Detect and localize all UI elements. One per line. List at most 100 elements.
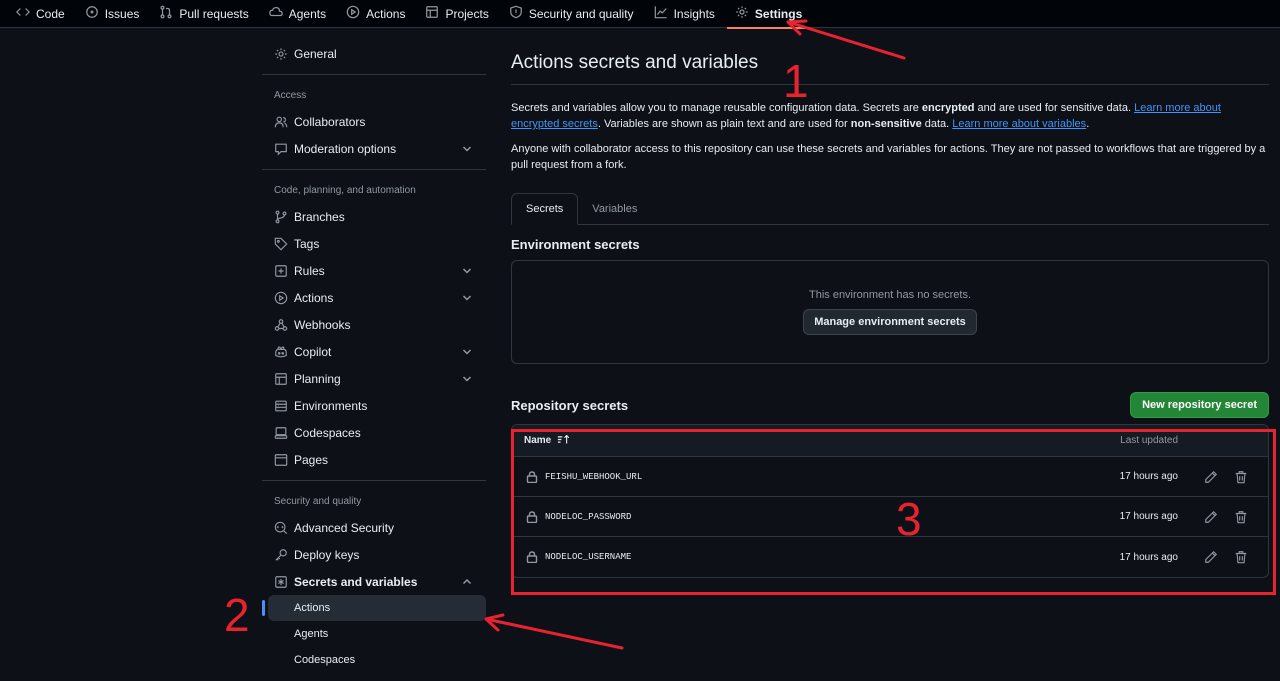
desc-text: data.: [921, 118, 953, 130]
codescan-icon: [274, 521, 288, 535]
desc-text: . Variables are shown as plain text and …: [597, 118, 851, 130]
tab-actions[interactable]: Actions: [338, 0, 413, 28]
tab-label: Pull requests: [179, 6, 249, 21]
sidebar-item-branches[interactable]: Branches: [262, 203, 486, 230]
rules-icon: [274, 264, 288, 278]
tab-secrets[interactable]: Secrets: [511, 193, 579, 225]
secrets-variables-tabs: Secrets Variables: [511, 193, 1269, 225]
people-icon: [274, 115, 288, 129]
agent-icon: [269, 5, 283, 22]
desc-text: Secrets and variables allow you to manag…: [511, 102, 922, 114]
chevron-down-icon[interactable]: [462, 373, 472, 383]
sidebar-label: Moderation options: [294, 141, 397, 156]
chevron-down-icon[interactable]: [462, 265, 472, 275]
new-repository-secret-button[interactable]: New repository secret: [1130, 392, 1269, 418]
sidebar-subitem-agents[interactable]: Agents: [262, 621, 486, 647]
sidebar-item-tags[interactable]: Tags: [262, 230, 486, 257]
settings-sidebar: General Access Collaborators Moderation …: [262, 40, 486, 673]
tab-label: Security and quality: [528, 6, 634, 21]
tab-settings[interactable]: Settings: [726, 0, 811, 29]
key-icon: [274, 548, 288, 562]
issue-icon: [85, 5, 99, 22]
sidebar-item-deploy-keys[interactable]: Deploy keys: [262, 541, 486, 568]
sidebar-item-planning[interactable]: Planning: [262, 365, 486, 392]
sidebar-item-general[interactable]: General: [262, 40, 486, 67]
sidebar-item-webhooks[interactable]: Webhooks: [262, 311, 486, 338]
tab-issues[interactable]: Issues: [77, 0, 148, 28]
branch-icon: [274, 210, 288, 224]
sidebar-item-advanced-security[interactable]: Advanced Security: [262, 514, 486, 541]
tag-icon: [274, 237, 288, 251]
sidebar-item-codespaces[interactable]: Codespaces: [262, 419, 486, 446]
sidebar-label: Rules: [294, 263, 325, 278]
sidebar-item-secrets-variables[interactable]: Secrets and variables: [262, 568, 486, 595]
annotation-highlight-box: [511, 429, 1276, 595]
sidebar-label: Pages: [294, 452, 329, 467]
annotation-number-2: 2: [224, 589, 250, 641]
tab-insights[interactable]: Insights: [646, 0, 723, 28]
environment-secrets-box: This environment has no secrets. Manage …: [511, 260, 1269, 364]
tab-pull-requests[interactable]: Pull requests: [151, 0, 256, 28]
sidebar-item-actions[interactable]: Actions: [262, 284, 486, 311]
sidebar-label: Codespaces: [294, 425, 361, 440]
sidebar-subitem-actions[interactable]: Actions: [262, 595, 486, 621]
chevron-down-icon[interactable]: [462, 346, 472, 356]
sidebar-label: Secrets and variables: [294, 574, 418, 589]
tab-variables[interactable]: Variables: [578, 193, 651, 224]
divider: [262, 74, 486, 75]
table-icon: [274, 372, 288, 386]
sidebar-subitem-codespaces[interactable]: Codespaces: [262, 647, 486, 673]
tab-code[interactable]: Code: [8, 0, 73, 28]
server-icon: [274, 399, 288, 413]
sidebar-label: Environments: [294, 398, 368, 413]
desc-text: .: [1086, 118, 1090, 130]
codespaces-icon: [274, 426, 288, 440]
tab-label: Projects: [445, 6, 489, 21]
gear-icon: [735, 5, 749, 22]
tab-label: Settings: [754, 6, 803, 21]
sidebar-item-collaborators[interactable]: Collaborators: [262, 108, 486, 135]
sidebar-label: Agents: [294, 628, 329, 640]
chevron-down-icon[interactable]: [462, 143, 472, 153]
desc-bold: non-sensitive: [850, 118, 922, 130]
sidebar-item-pages[interactable]: Pages: [262, 446, 486, 473]
sidebar-item-rules[interactable]: Rules: [262, 257, 486, 284]
sidebar-label: Webhooks: [294, 317, 351, 332]
sidebar-heading-code: Code, planning, and automation: [274, 184, 416, 196]
chevron-down-icon[interactable]: [462, 292, 472, 302]
sidebar-item-moderation[interactable]: Moderation options: [262, 135, 486, 162]
code-icon: [16, 5, 30, 22]
sidebar-label: Copilot: [294, 344, 332, 359]
play-icon: [274, 291, 288, 305]
table-icon: [425, 5, 439, 22]
sidebar-label: Advanced Security: [294, 520, 395, 535]
sidebar-item-environments[interactable]: Environments: [262, 392, 486, 419]
divider: [262, 480, 486, 481]
learn-more-variables-link[interactable]: Learn more about variables: [952, 118, 1086, 130]
shield-icon: [509, 5, 523, 22]
tab-label: Agents: [288, 6, 327, 21]
tab-projects[interactable]: Projects: [417, 0, 496, 28]
sidebar-label: Planning: [294, 371, 341, 386]
desc-text: and are used for sensitive data.: [974, 102, 1135, 114]
sidebar-heading-access: Access: [274, 89, 307, 101]
tab-label: Code: [36, 6, 65, 21]
environment-secrets-title: Environment secrets: [511, 237, 640, 252]
sidebar-label: Collaborators: [294, 114, 366, 129]
comment-icon: [274, 142, 288, 156]
chevron-up-icon[interactable]: [462, 576, 472, 586]
tab-label: Actions: [366, 6, 406, 21]
repo-nav: Code Issues Pull requests Agents Actions…: [0, 0, 1280, 29]
manage-environment-secrets-button[interactable]: Manage environment secrets: [803, 309, 977, 335]
annotation-number-1: 1: [783, 55, 809, 107]
gear-icon: [274, 47, 288, 61]
page-title: Actions secrets and variables: [511, 52, 759, 73]
description-secrets: Secrets and variables allow you to manag…: [511, 100, 1269, 132]
tab-agents[interactable]: Agents: [261, 0, 334, 28]
desc-bold: encrypted: [921, 102, 975, 114]
sidebar-label: Codespaces: [294, 654, 356, 666]
repository-secrets-header: Repository secrets New repository secret: [511, 392, 1269, 418]
sidebar-item-copilot[interactable]: Copilot: [262, 338, 486, 365]
tab-security[interactable]: Security and quality: [501, 0, 642, 28]
description-access: Anyone with collaborator access to this …: [511, 143, 1266, 171]
